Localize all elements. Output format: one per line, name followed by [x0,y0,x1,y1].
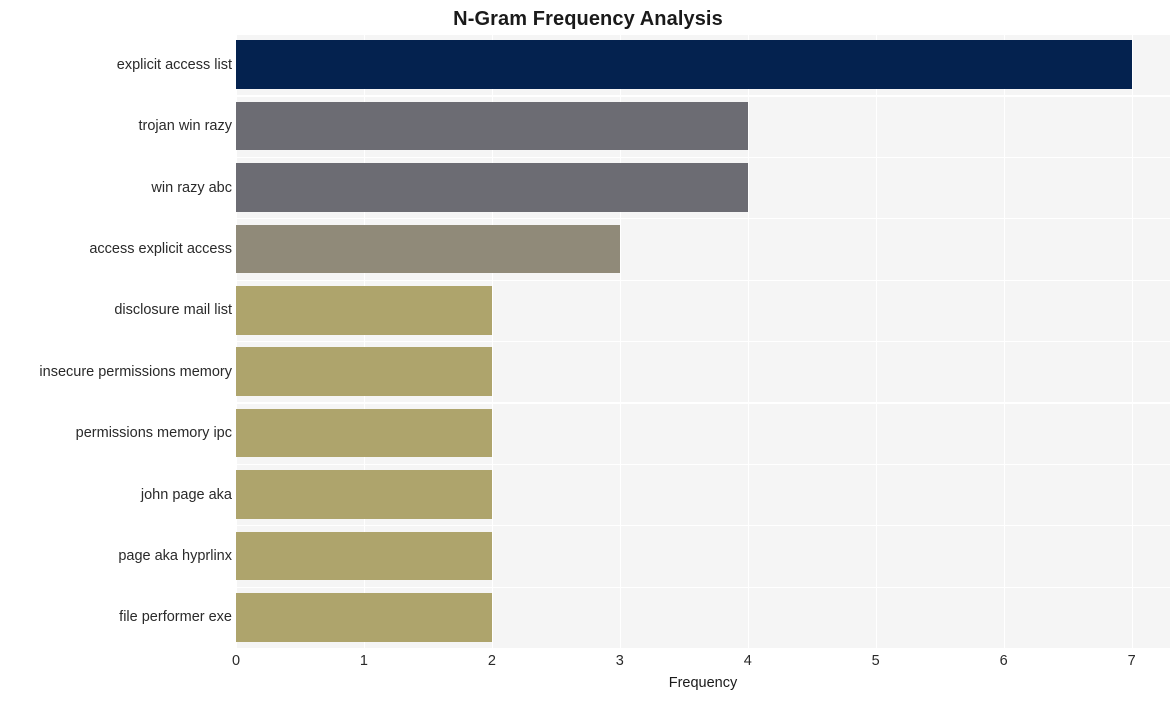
x-tick-label: 6 [999,653,1008,669]
plot-area [236,34,1170,648]
horizontal-gridline [236,586,1170,588]
x-tick-label: 5 [871,653,880,669]
bar[interactable] [236,163,748,212]
y-tick-label: file performer exe [119,609,232,626]
bar[interactable] [236,101,748,151]
chart-title: N-Gram Frequency Analysis [453,8,723,30]
horizontal-gridline [236,463,1170,466]
y-tick-label: permissions memory ipc [75,425,232,442]
x-axis-label: Frequency [668,675,738,691]
bar[interactable] [236,286,492,335]
horizontal-gridline [236,402,1170,404]
chart-figure: N-Gram Frequency Analysis explicit acces… [0,0,1176,701]
horizontal-gridline [236,95,1170,97]
x-tick-label: 2 [487,653,496,669]
bar[interactable] [236,593,492,642]
horizontal-gridline [236,218,1170,220]
x-tick-label: 7 [1127,653,1136,669]
y-tick-label: page aka hyprlinx [118,547,232,564]
bar[interactable] [236,531,492,581]
bar[interactable] [236,40,1132,89]
x-tick-label: 3 [615,653,624,669]
x-tick-label: 4 [743,653,752,669]
y-tick-label: disclosure mail list [114,302,232,319]
y-tick-label: access explicit access [89,240,232,257]
bar[interactable] [236,470,492,519]
bar[interactable] [236,408,492,458]
x-tick-label: 1 [359,653,368,669]
y-tick-label: insecure permissions memory [39,363,232,380]
horizontal-gridline [236,341,1170,343]
horizontal-gridline [236,34,1170,36]
bar[interactable] [236,347,492,396]
horizontal-gridline [236,156,1170,159]
y-tick-label: win razy abc [151,179,232,196]
horizontal-gridline [236,279,1170,281]
y-tick-label: explicit access list [116,56,232,73]
y-tick-label: john page aka [140,486,232,503]
bar[interactable] [236,224,620,274]
x-tick-label: 0 [231,653,241,669]
horizontal-gridline [236,525,1170,527]
y-tick-label: trojan win razy [138,118,232,135]
